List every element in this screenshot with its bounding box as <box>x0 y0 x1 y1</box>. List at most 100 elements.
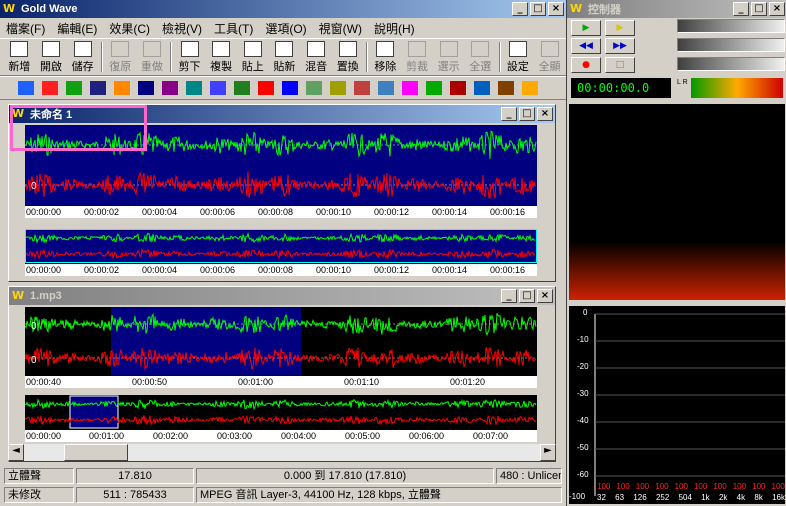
window1-overview[interactable] <box>25 229 537 263</box>
volume-slider[interactable] <box>677 19 785 33</box>
play-selection-button[interactable]: ▶ <box>605 20 635 36</box>
effect-16-button[interactable] <box>376 78 396 98</box>
toolbar-copy-button[interactable]: 複製 <box>206 39 237 75</box>
effect-5-button[interactable] <box>112 78 132 98</box>
window2-maximize-button[interactable]: □ <box>519 289 535 303</box>
window2-overview-ruler: 00:00:00 00:01:00 00:02:00 00:03:00 00:0… <box>25 429 537 442</box>
goldwave-logo-icon: W <box>12 289 25 302</box>
toolbar-undo-button[interactable]: 復原 <box>105 39 136 75</box>
effect-22-button[interactable] <box>520 78 540 98</box>
effect-6-button[interactable] <box>136 78 156 98</box>
status-channel: 立體聲 <box>4 468 74 484</box>
w1-tick: 00:00:00 <box>26 207 62 217</box>
controller-titlebar[interactable]: W 控制器 _ □ × <box>567 0 786 18</box>
w1o-tick: 00:00:08 <box>258 265 294 275</box>
toolbar-replace-button[interactable]: 置換 <box>332 39 363 75</box>
time-display: 00:00:00.0 <box>571 78 671 98</box>
maximize-button[interactable]: □ <box>530 2 546 16</box>
effect-8-button[interactable] <box>184 78 204 98</box>
toolbar-trim-button[interactable]: 剪裁 <box>402 39 433 75</box>
effect-icon <box>426 81 442 95</box>
menu-help[interactable]: 說明(H) <box>368 20 421 37</box>
toolbar-paste-new-button[interactable]: 貼新 <box>269 39 300 75</box>
toolbar-cut-button[interactable]: 剪下 <box>174 39 205 75</box>
window1-close-button[interactable]: × <box>537 107 553 121</box>
lr-label: L R <box>677 79 688 86</box>
horizontal-scrollbar[interactable]: ◄ ► <box>8 444 556 461</box>
w1-tick: 00:00:04 <box>142 207 178 217</box>
toolbar-save-button[interactable]: 儲存 <box>67 39 98 75</box>
toolbar-settings-button[interactable]: 設定 <box>503 39 534 75</box>
controller-minimize-button[interactable]: _ <box>733 2 749 16</box>
effect-20-button[interactable] <box>472 78 492 98</box>
effect-18-button[interactable] <box>424 78 444 98</box>
menu-edit[interactable]: 編輯(E) <box>51 20 103 37</box>
effect-14-button[interactable] <box>328 78 348 98</box>
toolbar-paste-button[interactable]: 貼上 <box>237 39 268 75</box>
effect-12-button[interactable] <box>280 78 300 98</box>
effect-2-button[interactable] <box>40 78 60 98</box>
window2-close-button[interactable]: × <box>537 289 553 303</box>
speed-slider[interactable] <box>677 57 785 71</box>
menu-effects[interactable]: 效果(C) <box>103 20 156 37</box>
effect-21-button[interactable] <box>496 78 516 98</box>
scroll-right-arrow-icon[interactable]: ► <box>540 444 556 461</box>
toolbar-redo-button[interactable]: 重做 <box>137 39 168 75</box>
window1-overview-ruler: 00:00:00 00:00:02 00:00:04 00:00:06 00:0… <box>25 263 537 276</box>
window2-titlebar[interactable]: W 1.mp3 _ □ × <box>9 287 555 305</box>
effect-icon <box>450 81 466 95</box>
close-button[interactable]: × <box>548 2 564 16</box>
effect-9-button[interactable] <box>208 78 228 98</box>
effect-1-button[interactable] <box>16 78 36 98</box>
toolbar-mix-button[interactable]: 混音 <box>301 39 332 75</box>
menu-tools[interactable]: 工具(T) <box>208 20 259 37</box>
effect-17-button[interactable] <box>400 78 420 98</box>
window2-overview[interactable] <box>24 395 537 429</box>
equalizer-display: 0 -10 -20 -30 -40 -50 -60 -100 100 100 100… <box>569 306 785 504</box>
main-titlebar[interactable]: W Gold Wave _ □ × <box>0 0 566 18</box>
menu-file[interactable]: 檔案(F) <box>0 20 51 37</box>
rewind-button[interactable]: ◀◀ <box>571 38 601 54</box>
effect-4-button[interactable] <box>88 78 108 98</box>
effect-3-button[interactable] <box>64 78 84 98</box>
scroll-left-arrow-icon[interactable]: ◄ <box>8 444 24 461</box>
play-button[interactable]: ▶ <box>571 20 601 36</box>
waveform-window-mp3: W 1.mp3 _ □ × 0 0 00:00:40 00:00:50 00:0… <box>8 286 556 462</box>
window2-waveform[interactable]: 0 0 <box>24 307 537 375</box>
fast-forward-button[interactable]: ▶▶ <box>605 38 635 54</box>
toolbar-show-all-button[interactable]: 全顯 <box>534 39 565 75</box>
paste-icon <box>243 40 262 57</box>
toolbar-select-all-button[interactable]: 全選 <box>465 39 496 75</box>
window1-minimize-button[interactable]: _ <box>501 107 517 121</box>
toolbar-label: 貼上 <box>241 60 264 73</box>
w1-tick: 00:00:06 <box>200 207 236 217</box>
effect-icon <box>210 81 226 95</box>
effect-icon <box>114 81 130 95</box>
effect-15-button[interactable] <box>352 78 372 98</box>
db-label: -100 <box>569 492 586 501</box>
minimize-button[interactable]: _ <box>512 2 528 16</box>
effect-11-button[interactable] <box>256 78 276 98</box>
record-button[interactable]: ● <box>571 57 601 73</box>
menu-options[interactable]: 選項(O) <box>259 20 312 37</box>
toolbar-new-button[interactable]: 新增 <box>4 39 35 75</box>
menu-window[interactable]: 視窗(W) <box>313 20 368 37</box>
window1-maximize-button[interactable]: □ <box>519 107 535 121</box>
controller-maximize-button[interactable]: □ <box>751 2 767 16</box>
frequency-labels: 32 63 126 252 504 1k 2k 4k 8k 16k <box>597 493 785 503</box>
record-selection-button[interactable]: □ <box>605 57 635 73</box>
window2-minimize-button[interactable]: _ <box>501 289 517 303</box>
effect-13-button[interactable] <box>304 78 324 98</box>
menu-view[interactable]: 檢視(V) <box>156 20 208 37</box>
balance-slider[interactable] <box>677 38 785 52</box>
toolbar-open-button[interactable]: 開啟 <box>36 39 67 75</box>
toolbar-select-view-button[interactable]: 選示 <box>433 39 464 75</box>
scroll-thumb[interactable] <box>64 444 128 461</box>
effect-7-button[interactable] <box>160 78 180 98</box>
toolbar-delete-button[interactable]: 移除 <box>370 39 401 75</box>
status-format: MPEG 音訊 Layer-3, 44100 Hz, 128 kbps, 立體聲 <box>196 487 562 503</box>
band-value: 100 <box>713 482 727 491</box>
controller-close-button[interactable]: × <box>769 2 785 16</box>
effect-10-button[interactable] <box>232 78 252 98</box>
effect-19-button[interactable] <box>448 78 468 98</box>
